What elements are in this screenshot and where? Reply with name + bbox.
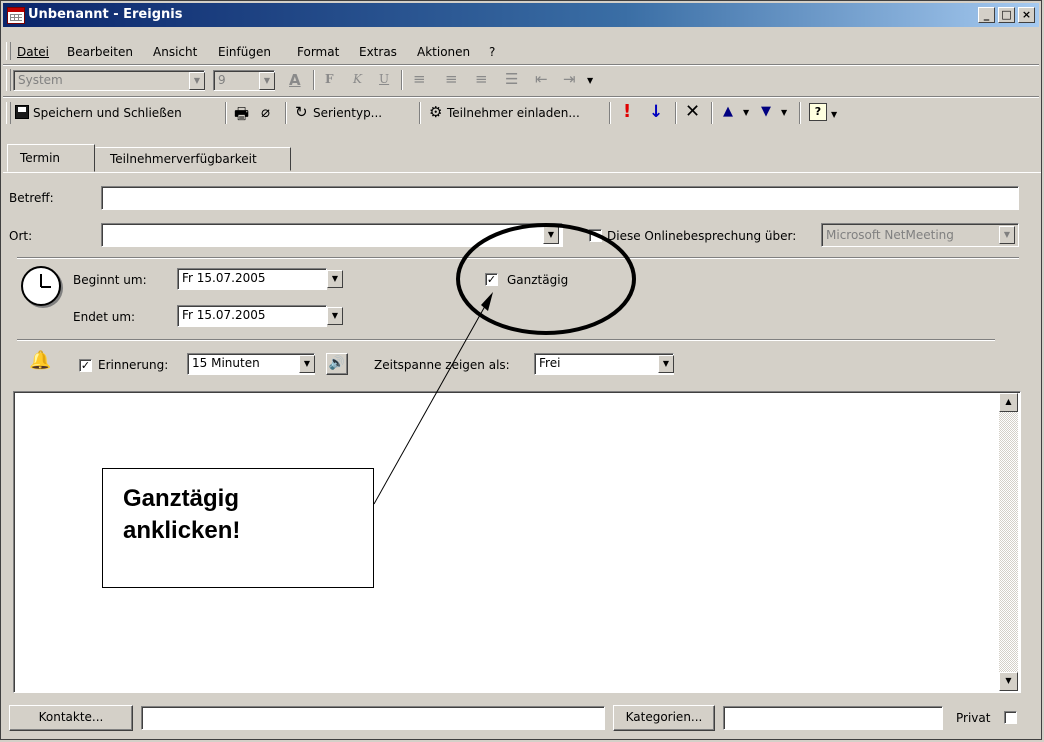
private-label: Privat (956, 711, 991, 725)
categories-button[interactable]: Kategorien... (613, 705, 715, 731)
tab-termin[interactable]: Termin (7, 144, 95, 172)
contacts-input[interactable] (141, 706, 605, 730)
event-window: Unbenannt - Ereignis _ □ × Datei Bearbei… (0, 0, 1042, 740)
private-checkbox[interactable] (1004, 711, 1017, 724)
annotation-overlay (373, 223, 636, 505)
categories-input[interactable] (723, 706, 943, 730)
annotation-arrow-line (373, 298, 490, 505)
annotation-arrowhead (481, 292, 493, 311)
contacts-button[interactable]: Kontakte... (9, 705, 133, 731)
tab-termin-label: Termin (20, 151, 61, 165)
annotation-circle (456, 223, 636, 335)
